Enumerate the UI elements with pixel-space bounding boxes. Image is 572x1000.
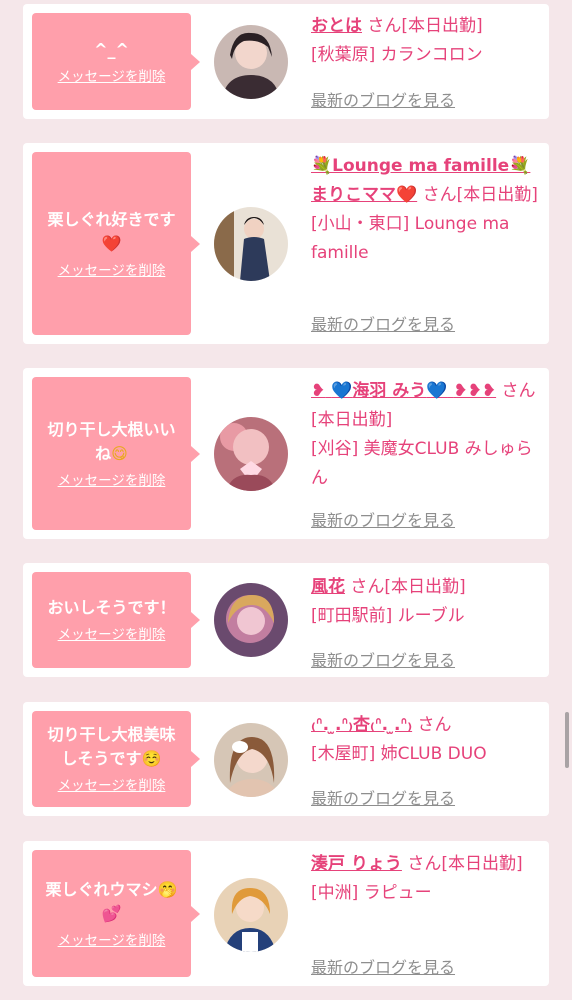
cast-name-link[interactable]: おとは: [311, 16, 362, 36]
work-status: [本日出勤]: [401, 16, 483, 36]
delete-message-link[interactable]: メッセージを削除: [58, 262, 166, 280]
honorific: さん: [350, 577, 385, 597]
latest-blog-link[interactable]: 最新のブログを見る: [311, 311, 455, 335]
message-text: 切り干し大根美味しそうです☺️: [47, 725, 176, 768]
avatar-photo-icon: [214, 723, 288, 797]
blue-heart-icon: 💙: [426, 381, 448, 401]
message-bubble: ^_^ メッセージを削除: [32, 13, 200, 110]
hand-over-mouth-emoji-icon: 🤭: [157, 879, 178, 899]
honorific: さん: [501, 381, 536, 401]
avatar-photo-icon: [214, 207, 288, 281]
message-card: 栗しぐれウマシ🤭 💕 メッセージを削除 湊戸 りょう さん[本日出勤] [中洲]…: [23, 841, 549, 986]
heart-emoji-icon: ❤️: [101, 233, 122, 253]
cast-info: 湊戸 りょう さん[本日出勤] [中洲] ラピュー: [311, 850, 541, 908]
cast-info: 💐Lounge ma famille💐 まりこママ❤️ さん[本日出勤] [小山・…: [311, 152, 541, 268]
work-status: [本日出勤]: [441, 854, 523, 874]
latest-blog-link[interactable]: 最新のブログを見る: [311, 507, 455, 531]
avatar[interactable]: [214, 878, 288, 952]
heart-emoji-icon: ❤️: [396, 185, 418, 205]
honorific: さん: [422, 185, 457, 205]
scrollbar[interactable]: [565, 712, 569, 768]
cast-name-link[interactable]: ₍ᐢ. ̫.ᐢ₎杏₍ᐢ. ̫.ᐢ₎: [311, 715, 412, 735]
message-bubble: 切り干し大根美味しそうです☺️ メッセージを削除: [32, 711, 200, 807]
shop-name: [町田駅前] ルーブル: [311, 606, 465, 626]
avatar[interactable]: [214, 207, 288, 281]
relieved-emoji-icon: ☺️: [141, 749, 162, 768]
message-text: おいしそうです！: [47, 598, 176, 617]
latest-blog-link[interactable]: 最新のブログを見る: [311, 647, 455, 671]
honorific: さん: [407, 854, 442, 874]
delete-message-link[interactable]: メッセージを削除: [58, 777, 166, 795]
message-bubble: おいしそうです！ メッセージを削除: [32, 572, 200, 668]
cast-name-link[interactable]: 湊戸 りょう: [311, 854, 402, 874]
shop-name: [刈谷] 美魔女CLUB みしゅらん: [311, 439, 533, 488]
yum-emoji-icon: 😋: [111, 443, 128, 463]
shop-name: [小山・東口] Lounge ma famille: [311, 214, 510, 263]
avatar-photo-icon: [214, 25, 288, 99]
work-status: [本日出勤]: [311, 410, 393, 430]
cast-info: 風花 さん[本日出勤] [町田駅前] ルーブル: [311, 573, 541, 631]
message-bubble: 栗しぐれ好きです ❤️ メッセージを削除: [32, 152, 200, 335]
avatar[interactable]: [214, 417, 288, 491]
work-status: [本日出勤]: [384, 577, 466, 597]
latest-blog-link[interactable]: 最新のブログを見る: [311, 785, 455, 809]
cast-info: ₍ᐢ. ̫.ᐢ₎杏₍ᐢ. ̫.ᐢ₎ さん [木屋町] 姉CLUB DUO: [311, 711, 541, 769]
latest-blog-link[interactable]: 最新のブログを見る: [311, 954, 455, 978]
message-card: 栗しぐれ好きです ❤️ メッセージを削除 💐Lounge ma famille💐…: [23, 143, 549, 344]
delete-message-link[interactable]: メッセージを削除: [58, 68, 166, 86]
two-hearts-icon: 💕: [101, 903, 122, 923]
shop-name: [木屋町] 姉CLUB DUO: [311, 744, 487, 764]
message-bubble: 栗しぐれウマシ🤭 💕 メッセージを削除: [32, 850, 200, 977]
message-card: 切り干し大根美味しそうです☺️ メッセージを削除 ₍ᐢ. ̫.ᐢ₎杏₍ᐢ. ̫.…: [23, 702, 549, 816]
delete-message-link[interactable]: メッセージを削除: [58, 472, 166, 490]
delete-message-link[interactable]: メッセージを削除: [58, 932, 166, 950]
avatar-photo-icon: [214, 583, 288, 657]
cast-info: ❥ 💙海羽 みう💙 ❥❥❥ さん [本日出勤] [刈谷] 美魔女CLUB みしゅら…: [311, 377, 541, 493]
message-card: ^_^ メッセージを削除 おとは さん[本日出勤] [秋葉原] カランコロン 最…: [23, 4, 549, 119]
avatar[interactable]: [214, 583, 288, 657]
message-bubble: 切り干し大根いいね😋 メッセージを削除: [32, 377, 200, 530]
cast-info: おとは さん[本日出勤] [秋葉原] カランコロン: [311, 12, 541, 70]
message-card: 切り干し大根いいね😋 メッセージを削除 ❥ 💙海羽 みう💙 ❥❥❥ さん [本日出…: [23, 368, 549, 539]
cast-name-link[interactable]: ❥ 💙海羽 みう💙 ❥❥❥: [311, 381, 496, 401]
message-card: おいしそうです！ メッセージを削除 風花 さん[本日出勤] [町田駅前] ルーブ…: [23, 563, 549, 677]
avatar-photo-icon: [214, 417, 288, 491]
honorific: さん: [367, 16, 402, 36]
message-text: 栗しぐれ好きです ❤️: [47, 209, 176, 253]
shop-name: [中洲] ラピュー: [311, 883, 432, 903]
message-text: 栗しぐれウマシ🤭 💕: [45, 879, 178, 923]
avatar[interactable]: [214, 25, 288, 99]
avatar-photo-icon: [214, 878, 288, 952]
message-text: 切り干し大根いいね😋: [47, 419, 176, 463]
blue-heart-icon: 💙: [331, 381, 353, 401]
avatar[interactable]: [214, 723, 288, 797]
cast-name-link[interactable]: 風花: [311, 577, 345, 597]
latest-blog-link[interactable]: 最新のブログを見る: [311, 87, 455, 111]
message-text: ^_^: [94, 39, 129, 59]
work-status: [本日出勤]: [456, 185, 538, 205]
shop-name: [秋葉原] カランコロン: [311, 45, 483, 65]
delete-message-link[interactable]: メッセージを削除: [58, 626, 166, 644]
honorific: さん: [417, 715, 452, 735]
